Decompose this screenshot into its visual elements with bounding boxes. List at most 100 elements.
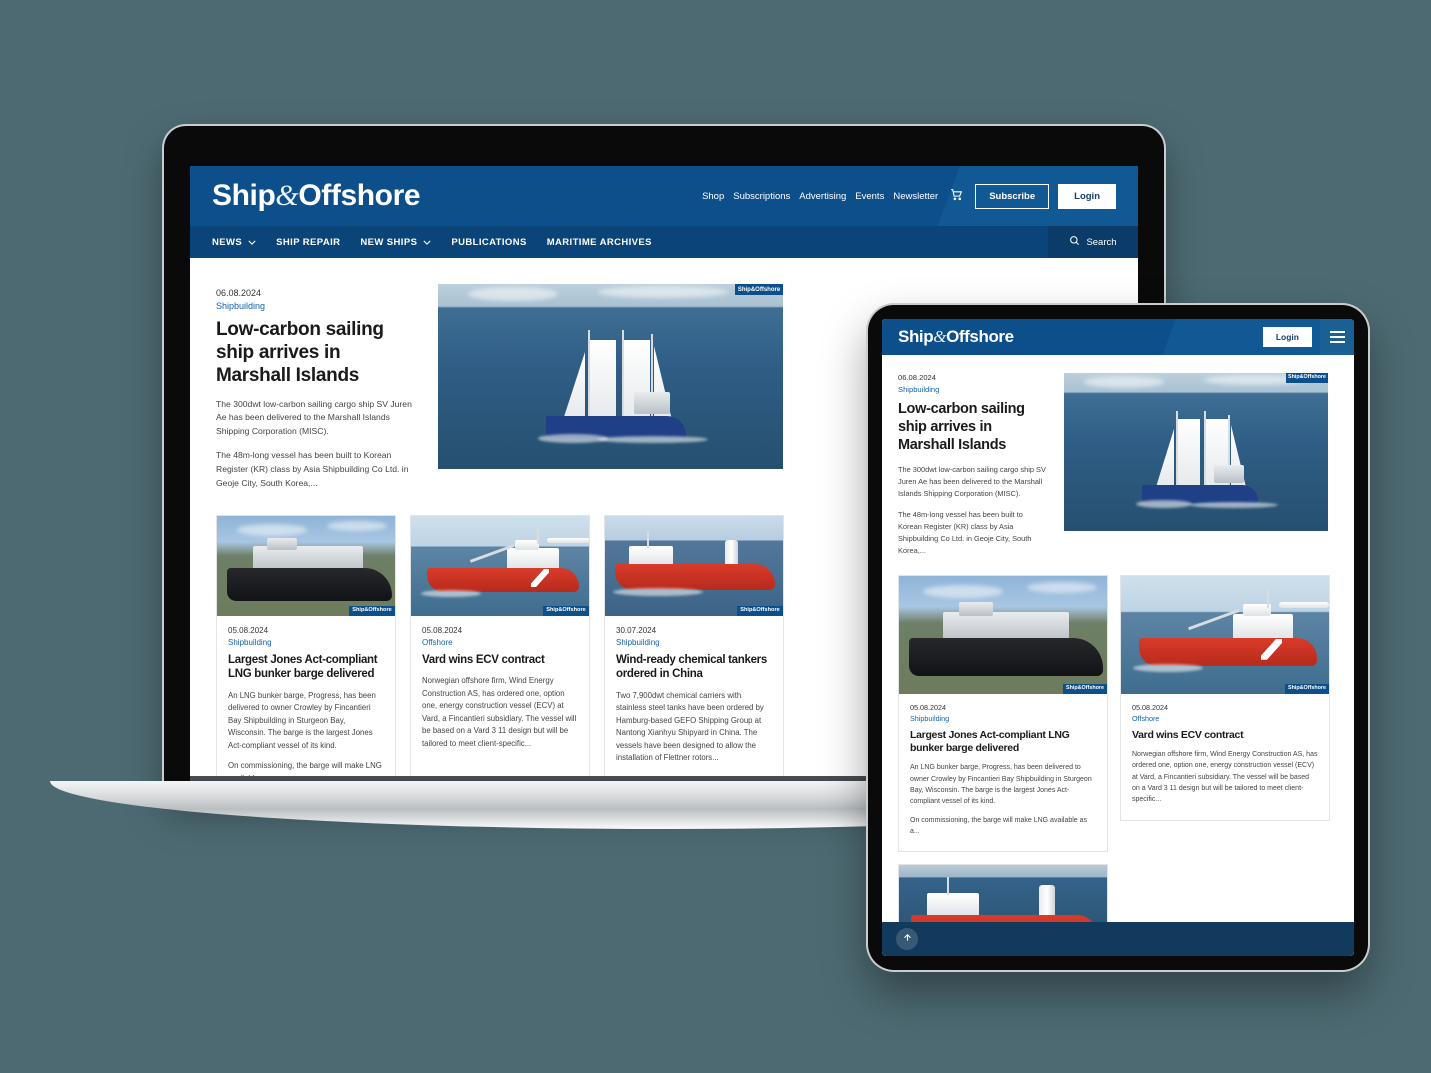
utility-link-shop[interactable]: Shop bbox=[702, 191, 724, 202]
hero-paragraph-2: The 48m-long vessel has been built to Ko… bbox=[216, 450, 409, 489]
desktop-main-nav: NEWS SHIP REPAIR NEW SHIPS PUBLICATIONS … bbox=[190, 226, 1138, 258]
utility-link-newsletter[interactable]: Newsletter bbox=[893, 191, 938, 202]
tablet-card-image-1[interactable]: Ship&Offshore bbox=[899, 575, 1107, 694]
tablet-topbar: Ship&Offshore Login bbox=[882, 319, 1354, 355]
watermark-text: Ship&Offshore bbox=[546, 607, 586, 614]
watermark-text: Ship&Offshore bbox=[737, 286, 781, 293]
tablet-hero-image-watermark: Ship&Offshore bbox=[1286, 373, 1328, 383]
tablet-card-category-2[interactable]: Offshore bbox=[1132, 714, 1318, 723]
tablet-hero-category[interactable]: Shipbuilding bbox=[898, 385, 1048, 394]
login-button[interactable]: Login bbox=[1058, 183, 1116, 209]
tablet-site-logo[interactable]: Ship&Offshore bbox=[898, 327, 1014, 347]
tablet-screen: Ship&Offshore Login 06.08.2024 Shipbuild… bbox=[882, 319, 1354, 956]
card-paragraph-1b: On commissioning, the barge will make LN… bbox=[228, 761, 382, 776]
tablet-footer-bar bbox=[882, 922, 1354, 956]
card-image-watermark-3: Ship&Offshore bbox=[737, 606, 783, 617]
tablet-hero-title[interactable]: Low-carbon sailing ship arrives in Marsh… bbox=[898, 401, 1048, 455]
search-button[interactable]: Search bbox=[1048, 226, 1138, 258]
screenshot-stage: Ship&Offshore Shop Subscriptions Adverti… bbox=[0, 0, 1431, 1073]
card-image-1[interactable]: Ship&Offshore bbox=[217, 516, 395, 617]
card-image-3[interactable]: Ship&Offshore bbox=[605, 516, 783, 617]
logo-ampersand: & bbox=[275, 179, 299, 212]
tablet-card-date-1: 05.08.2024 bbox=[910, 702, 946, 712]
tablet-article-card-2[interactable]: Ship&Offshore 05.08.2024 Offshore Vard w… bbox=[1120, 574, 1330, 821]
tablet-body: Ship&Offshore Login 06.08.2024 Shipbuild… bbox=[868, 305, 1368, 970]
watermark-text: Ship&Offshore bbox=[740, 607, 780, 614]
card-category-2[interactable]: Offshore bbox=[422, 638, 578, 647]
tablet-card-date-2: 05.08.2024 bbox=[1132, 702, 1168, 712]
hero-date: 06.08.2024 bbox=[216, 288, 262, 298]
hamburger-menu-icon[interactable] bbox=[1320, 319, 1354, 355]
hero-title[interactable]: Low-carbon sailing ship arrives in Marsh… bbox=[216, 318, 416, 388]
cart-icon[interactable] bbox=[950, 188, 963, 204]
nav-item-new-ships[interactable]: NEW SHIPS bbox=[360, 237, 431, 248]
desktop-topbar: Ship&Offshore Shop Subscriptions Adverti… bbox=[190, 166, 1138, 226]
card-date-3: 30.07.2024 bbox=[616, 626, 657, 636]
tablet-hero-article[interactable]: 06.08.2024 Shipbuilding Low-carbon saili… bbox=[882, 355, 1354, 557]
tablet-card-paragraph-2a: Norwegian offshore firm, Wind Energy Con… bbox=[1132, 751, 1318, 804]
card-title-3[interactable]: Wind-ready chemical tankers ordered in C… bbox=[616, 653, 772, 682]
tablet-hero-paragraph-1: The 300dwt low-carbon sailing cargo ship… bbox=[898, 464, 1046, 498]
tablet-article-card-1[interactable]: Ship&Offshore 05.08.2024 Shipbuilding La… bbox=[898, 574, 1108, 853]
tablet-website: Ship&Offshore Login 06.08.2024 Shipbuild… bbox=[882, 319, 1354, 956]
logo-part1: Ship bbox=[898, 327, 934, 346]
card-date-1: 05.08.2024 bbox=[228, 626, 269, 636]
watermark-text: Ship&Offshore bbox=[1287, 685, 1327, 692]
tablet-article-grid: Ship&Offshore 05.08.2024 Shipbuilding La… bbox=[882, 557, 1354, 956]
tablet-card-category-1[interactable]: Shipbuilding bbox=[910, 714, 1096, 723]
hero-image[interactable]: Ship&Offshore bbox=[438, 284, 783, 469]
tablet-hero-image[interactable]: Ship&Offshore bbox=[1064, 373, 1328, 531]
subscribe-button[interactable]: Subscribe bbox=[975, 183, 1050, 209]
tablet-hero-paragraph-2: The 48m-long vessel has been built to Ko… bbox=[898, 509, 1032, 555]
tablet-card-paragraph-1b: On commissioning, the barge will make LN… bbox=[910, 816, 1088, 835]
chevron-down-icon bbox=[423, 237, 431, 248]
logo-part1: Ship bbox=[212, 179, 276, 212]
watermark-text: Ship&Offshore bbox=[1287, 374, 1327, 381]
tablet-card-title-2[interactable]: Vard wins ECV contract bbox=[1132, 729, 1318, 742]
arrow-up-icon bbox=[902, 932, 913, 946]
hero-paragraph-1: The 300dwt low-carbon sailing cargo ship… bbox=[216, 398, 412, 437]
tablet-device-mockup: Ship&Offshore Login 06.08.2024 Shipbuild… bbox=[868, 305, 1368, 970]
card-date-2: 05.08.2024 bbox=[422, 626, 463, 636]
logo-part2: Offshore bbox=[298, 179, 421, 212]
nav-label: NEW SHIPS bbox=[360, 236, 418, 248]
nav-item-ship-repair[interactable]: SHIP REPAIR bbox=[276, 237, 340, 248]
tablet-card-image-watermark-2: Ship&Offshore bbox=[1285, 683, 1329, 694]
tablet-card-paragraph-1a: An LNG bunker barge, Progress, has been … bbox=[910, 764, 1092, 806]
hero-category[interactable]: Shipbuilding bbox=[216, 301, 416, 311]
chevron-down-icon bbox=[248, 237, 256, 248]
watermark-text: Ship&Offshore bbox=[352, 607, 392, 614]
site-logo[interactable]: Ship&Offshore bbox=[212, 179, 421, 213]
logo-ampersand: & bbox=[933, 327, 947, 346]
search-icon bbox=[1069, 235, 1080, 249]
card-category-3[interactable]: Shipbuilding bbox=[616, 638, 772, 647]
utility-link-advertising[interactable]: Advertising bbox=[799, 191, 846, 202]
card-category-1[interactable]: Shipbuilding bbox=[228, 638, 384, 647]
nav-item-maritime-archives[interactable]: MARITIME ARCHIVES bbox=[547, 237, 652, 248]
card-image-watermark-1: Ship&Offshore bbox=[349, 606, 395, 617]
utility-link-events[interactable]: Events bbox=[855, 191, 884, 202]
tablet-card-image-watermark-1: Ship&Offshore bbox=[1063, 683, 1107, 694]
article-card-3[interactable]: Ship&Offshore 30.07.2024 Shipbuilding Wi… bbox=[604, 515, 784, 776]
tablet-column-right: Ship&Offshore 05.08.2024 Offshore Vard w… bbox=[1120, 574, 1330, 956]
nav-item-news[interactable]: NEWS bbox=[212, 237, 256, 248]
logo-part2: Offshore bbox=[946, 327, 1014, 346]
watermark-text: Ship&Offshore bbox=[1065, 685, 1105, 692]
tablet-card-title-1[interactable]: Largest Jones Act-compliant LNG bunker b… bbox=[910, 729, 1096, 755]
card-image-watermark-2: Ship&Offshore bbox=[543, 606, 589, 617]
card-paragraph-3a: Two 7,900dwt chemical carriers with stai… bbox=[616, 690, 764, 763]
card-paragraph-1a: An LNG bunker barge, Progress, has been … bbox=[228, 690, 376, 750]
card-title-1[interactable]: Largest Jones Act-compliant LNG bunker b… bbox=[228, 653, 384, 682]
nav-item-publications[interactable]: PUBLICATIONS bbox=[451, 237, 526, 248]
search-label: Search bbox=[1086, 236, 1117, 248]
scroll-to-top-button[interactable] bbox=[896, 928, 918, 950]
card-image-2[interactable]: Ship&Offshore bbox=[411, 516, 589, 617]
article-card-2[interactable]: Ship&Offshore 05.08.2024 Offshore Vard w… bbox=[410, 515, 590, 776]
utility-link-subscriptions[interactable]: Subscriptions bbox=[733, 191, 790, 202]
nav-label: NEWS bbox=[212, 236, 243, 248]
card-title-2[interactable]: Vard wins ECV contract bbox=[422, 653, 578, 667]
article-card-1[interactable]: Ship&Offshore 05.08.2024 Shipbuilding La… bbox=[216, 515, 396, 776]
tablet-login-button[interactable]: Login bbox=[1262, 327, 1312, 347]
tablet-hero-date: 06.08.2024 bbox=[898, 373, 937, 382]
tablet-card-image-2[interactable]: Ship&Offshore bbox=[1121, 575, 1329, 694]
